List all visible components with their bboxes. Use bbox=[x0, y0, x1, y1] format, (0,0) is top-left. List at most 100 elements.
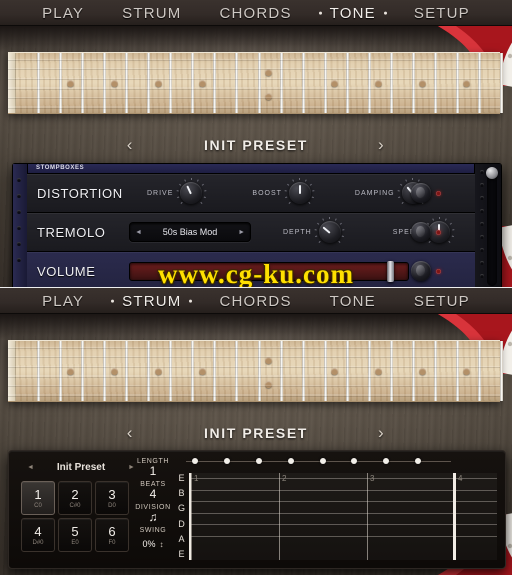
guitar-string[interactable] bbox=[8, 59, 500, 60]
string-label-4: D bbox=[178, 518, 185, 529]
step-dot-2[interactable] bbox=[223, 458, 230, 464]
step-dot-1[interactable] bbox=[192, 458, 198, 464]
nav-item-setup-bottom[interactable]: SETUP bbox=[412, 294, 472, 309]
preset-next-button-top[interactable]: › bbox=[378, 135, 385, 155]
guitar-string[interactable] bbox=[8, 394, 500, 397]
param-value-beats[interactable]: 4 bbox=[130, 488, 176, 501]
guitar-string[interactable] bbox=[8, 375, 500, 377]
tremolo-mode-prev-icon[interactable]: ◄ bbox=[135, 229, 142, 236]
string-label-3: G bbox=[177, 503, 185, 514]
fretboard-top[interactable] bbox=[8, 52, 503, 114]
nav-item-chords-bottom[interactable]: CHORDS bbox=[217, 294, 293, 309]
nav-item-tone-bottom[interactable]: TONE bbox=[328, 294, 378, 309]
nav-item-label: STRUM bbox=[122, 292, 182, 310]
footswitch-tremolo[interactable] bbox=[411, 222, 431, 242]
footswitch-group-tremolo[interactable] bbox=[411, 222, 441, 242]
nav-item-strum-bottom[interactable]: STRUM bbox=[111, 292, 193, 310]
tremolo-mode-dropdown[interactable]: ◄ 50s Bias Mod ► bbox=[129, 222, 251, 242]
guitar-string[interactable] bbox=[8, 384, 500, 387]
step-dot-5[interactable] bbox=[319, 458, 326, 464]
pattern-pad-5[interactable]: 5 E0 bbox=[58, 518, 92, 552]
preset-prev-button-top[interactable]: ‹ bbox=[127, 135, 134, 155]
knob-tick bbox=[418, 179, 420, 182]
pattern-pad-2[interactable]: 2 C#0 bbox=[58, 481, 92, 515]
knob-tick bbox=[432, 218, 435, 221]
step-dot-4[interactable] bbox=[287, 458, 294, 464]
preset-prev-button-bottom[interactable]: ‹ bbox=[127, 423, 134, 443]
pattern-pad-4[interactable]: 4 D#0 bbox=[21, 518, 55, 552]
guitar-string[interactable] bbox=[8, 77, 500, 80]
knob-group-depth[interactable]: DEPTH bbox=[283, 217, 345, 243]
pattern-pad-note: C0 bbox=[34, 502, 42, 509]
strum-editor: ◄ Init Preset ► 1 C0 2 C#0 3 D0 4 D#0 5 E0 6 F0 LEN… bbox=[8, 450, 506, 569]
knob-tick bbox=[335, 218, 337, 221]
strum-parameter-column[interactable]: LENGTH 1 BEATS 4 DIVISION ♫ SWING 0% ↕ bbox=[130, 455, 176, 552]
tab-beat-line-3 bbox=[367, 473, 368, 560]
step-selector-bar[interactable] bbox=[184, 457, 493, 466]
knob-tick bbox=[397, 190, 400, 192]
swing-drag-handle-icon[interactable]: ↕ bbox=[160, 540, 164, 549]
guitar-string[interactable] bbox=[8, 68, 500, 70]
nav-item-tone-top[interactable]: TONE bbox=[318, 6, 387, 21]
tablature-editor[interactable]: EBGDAE 1234 bbox=[176, 473, 497, 560]
knob-boost[interactable] bbox=[285, 178, 315, 204]
led-tremolo bbox=[436, 229, 441, 235]
knob-tick bbox=[288, 201, 292, 204]
param-value-division[interactable]: ♫ bbox=[130, 511, 176, 524]
tremolo-mode-next-icon[interactable]: ► bbox=[238, 229, 245, 236]
param-value-swing[interactable]: 0% bbox=[142, 538, 155, 551]
param-value-length[interactable]: 1 bbox=[130, 465, 176, 478]
step-dot-7[interactable] bbox=[383, 458, 390, 464]
guitar-string[interactable] bbox=[8, 347, 500, 348]
tablature-grid[interactable]: 1 2 3 4 bbox=[189, 473, 497, 560]
knob-tick bbox=[292, 179, 295, 182]
nav-item-play-bottom[interactable]: PLAY bbox=[40, 294, 86, 309]
pattern-pad-6[interactable]: 6 F0 bbox=[95, 518, 129, 552]
nav-item-strum-top[interactable]: STRUM bbox=[120, 6, 183, 21]
nav-item-label: CHORDS bbox=[219, 4, 292, 22]
knob-group-drive[interactable]: DRIVE bbox=[147, 178, 207, 204]
knob-tick bbox=[204, 190, 207, 192]
nav-item-chords-top[interactable]: CHORDS bbox=[217, 6, 293, 21]
knob-group-boost[interactable]: BOOST bbox=[252, 178, 315, 204]
guitar-string[interactable] bbox=[8, 96, 500, 99]
guitar-string[interactable] bbox=[8, 365, 500, 368]
knob-depth[interactable] bbox=[314, 217, 345, 243]
knob-tick bbox=[338, 240, 341, 243]
nav-active-dot-icon bbox=[189, 299, 193, 303]
nav-active-dot-icon bbox=[383, 11, 387, 15]
guitar-string[interactable] bbox=[8, 356, 500, 358]
knob-tick bbox=[190, 178, 192, 180]
nav-item-label: STRUM bbox=[122, 4, 182, 22]
bottom-navigation-bar[interactable]: PLAY STRUM CHORDS TONE SETUP bbox=[0, 288, 512, 314]
step-dot-6[interactable] bbox=[351, 458, 358, 464]
knob-tick bbox=[342, 229, 345, 231]
strum-preset-value: Init Preset bbox=[56, 461, 106, 473]
knob-tick bbox=[176, 190, 179, 192]
nav-item-setup-top[interactable]: SETUP bbox=[412, 6, 472, 21]
knob-tick bbox=[317, 222, 320, 225]
knob-drive[interactable] bbox=[176, 178, 207, 204]
knob-tick bbox=[401, 201, 404, 204]
tab-beat-number-2: 2 bbox=[282, 474, 287, 483]
preset-next-button-bottom[interactable]: › bbox=[378, 423, 385, 443]
footswitch-distortion[interactable] bbox=[411, 183, 431, 203]
pattern-pad-3[interactable]: 3 D0 bbox=[95, 481, 129, 515]
top-navigation-bar[interactable]: PLAY STRUM CHORDS TONE SETUP bbox=[0, 0, 512, 26]
guitar-string[interactable] bbox=[8, 106, 500, 109]
pattern-pad-1[interactable]: 1 C0 bbox=[21, 481, 55, 515]
nav-item-play-top[interactable]: PLAY bbox=[40, 6, 86, 21]
step-dot-3[interactable] bbox=[255, 458, 262, 464]
watermark-top: www.cg-ku.com bbox=[158, 259, 354, 287]
stompbox-row-tremolo[interactable]: TREMOLO ◄ 50s Bias Mod ► DEPTH SPEED bbox=[27, 213, 475, 252]
strum-preset-prev-icon[interactable]: ◄ bbox=[27, 464, 34, 471]
strum-preset-selector[interactable]: ◄ Init Preset ► bbox=[21, 459, 141, 475]
pattern-pad-grid[interactable]: 1 C0 2 C#0 3 D0 4 D#0 5 E0 6 F0 bbox=[21, 481, 129, 552]
fretboard-bottom[interactable] bbox=[8, 340, 503, 402]
knob-tick bbox=[310, 183, 313, 186]
step-dot-8[interactable] bbox=[415, 458, 422, 464]
footswitch-group-distortion[interactable] bbox=[411, 183, 441, 203]
rack-scrollbar-thumb[interactable] bbox=[486, 167, 498, 179]
guitar-string[interactable] bbox=[8, 87, 500, 89]
stompbox-row-distortion[interactable]: DISTORTION DRIVE BOOST DAMPING bbox=[27, 174, 475, 213]
